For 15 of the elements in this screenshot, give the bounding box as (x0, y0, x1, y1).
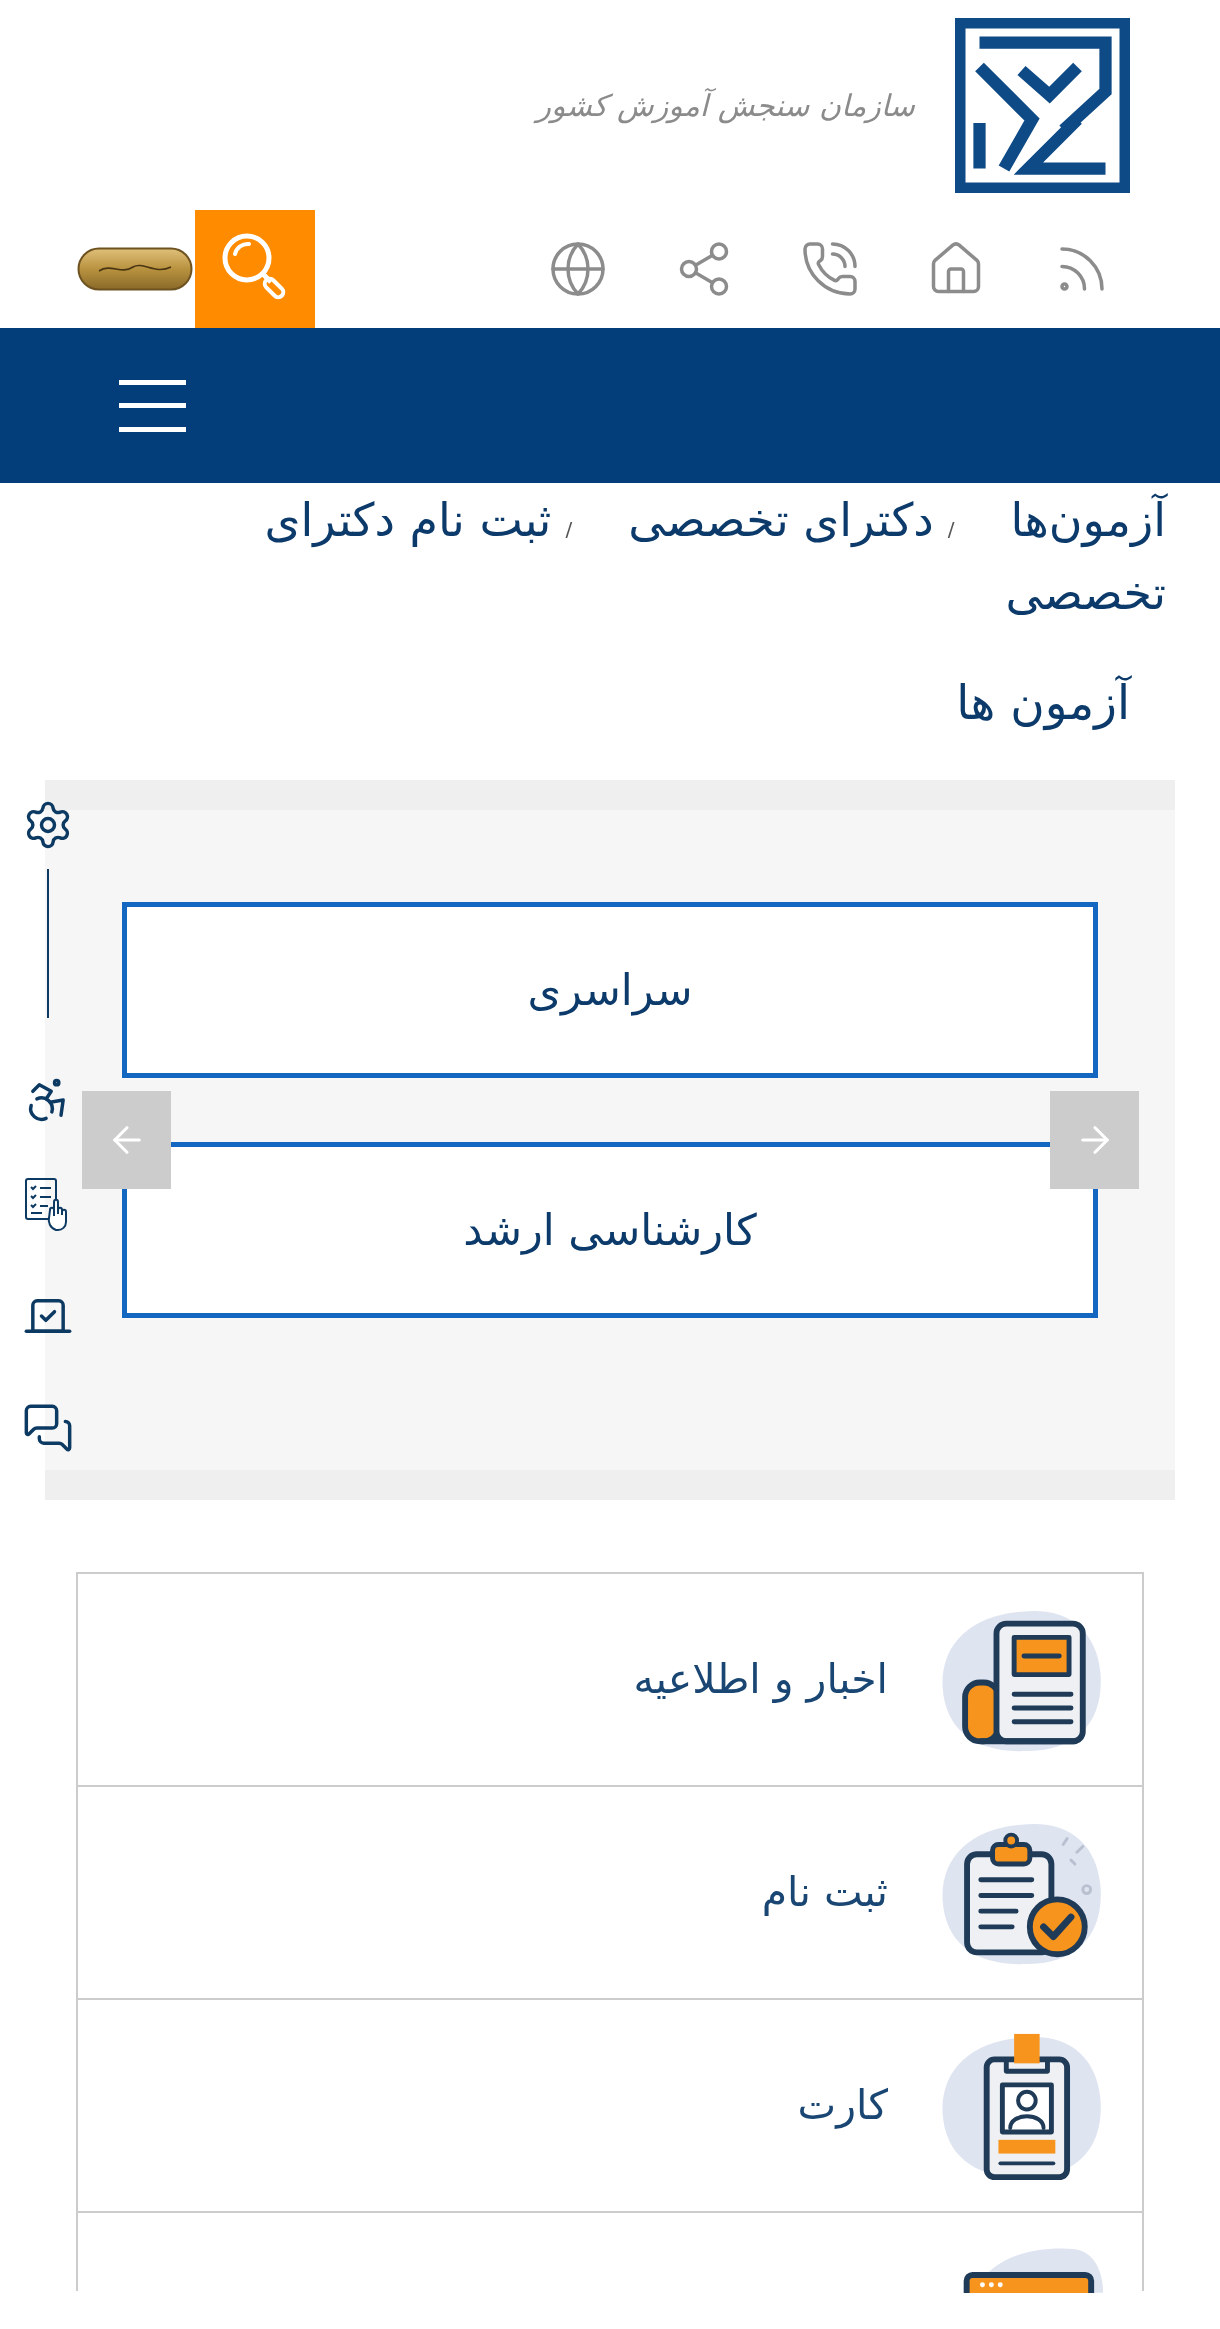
category-link[interactable]: سراسری (122, 902, 1098, 1078)
globe-icon[interactable] (548, 239, 608, 299)
menu-button[interactable] (119, 379, 186, 432)
phone-icon[interactable] (800, 239, 860, 299)
menu-item[interactable]: اخبار و اطلاعیه (76, 1572, 1144, 1785)
category-link[interactable]: کارشناسی ارشد (122, 1142, 1098, 1318)
breadcrumb-trail[interactable]: آزمون‌ها / دکترای تخصصی / ثبت نام دکترای تخصصی (180, 488, 1166, 625)
plaque-icon[interactable] (77, 247, 193, 291)
page-title: آزمون ها (956, 674, 1130, 733)
menu-icon (119, 379, 186, 432)
logo-icon[interactable] (955, 18, 1130, 193)
chat-icon[interactable] (22, 1402, 74, 1454)
menu-item[interactable]: کارت (76, 1998, 1144, 2211)
menu-item[interactable]: ثبت نام (76, 1785, 1144, 1998)
menu-item[interactable] (76, 2211, 1144, 2291)
